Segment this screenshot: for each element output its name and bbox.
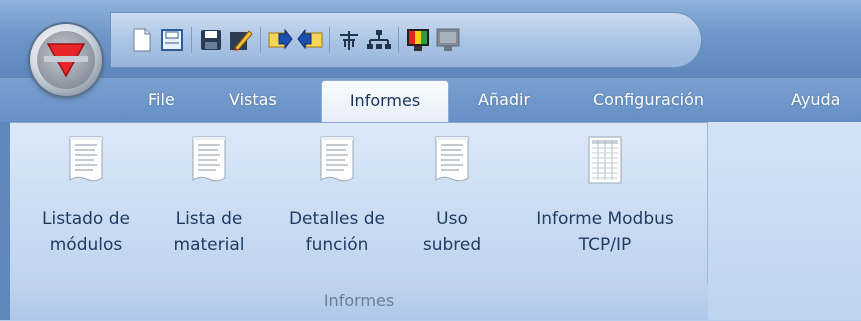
- menu-ayuda[interactable]: Ayuda: [791, 78, 840, 122]
- red-triangle-logo-icon: [44, 43, 88, 78]
- menu-bar: File Vistas Informes Añadir Configuració…: [0, 78, 861, 122]
- toolbar-separator: [191, 27, 192, 53]
- report-document-icon: [435, 136, 469, 182]
- toolbar-separator: [260, 27, 261, 53]
- button-label-line1: Informe Modbus: [536, 209, 674, 229]
- color-monitor-icon[interactable]: [403, 24, 433, 56]
- ribbon-group-informes: Listado de módulos Lista de material Detal…: [10, 122, 708, 320]
- export-icon[interactable]: [265, 24, 295, 56]
- button-label-line1: Uso: [436, 209, 468, 229]
- print-icon[interactable]: [157, 24, 187, 56]
- tab-informes[interactable]: Informes: [321, 80, 449, 122]
- antenna-icon[interactable]: [334, 24, 364, 56]
- button-label-line1: Lista de: [175, 209, 243, 229]
- title-bar: [0, 0, 861, 78]
- button-label-line2: subred: [422, 235, 482, 255]
- toolbar-separator: [398, 27, 399, 53]
- menu-anadir[interactable]: Añadir: [478, 78, 530, 122]
- button-label-line1: Detalles de: [288, 209, 386, 229]
- button-label-line1: Listado de: [42, 209, 130, 229]
- menu-configuracion[interactable]: Configuración: [593, 78, 704, 122]
- ribbon-empty-area: [708, 122, 861, 320]
- button-label-line2: material: [173, 235, 245, 255]
- menu-file[interactable]: File: [148, 78, 175, 122]
- button-label-line2: módulos: [49, 235, 123, 255]
- detalles-de-funcion-button[interactable]: Detalles de función: [272, 134, 402, 258]
- report-document-icon: [320, 136, 354, 182]
- toolbar-separator: [329, 27, 330, 53]
- new-document-icon[interactable]: [127, 24, 157, 56]
- ribbon-group-label: Informes: [10, 284, 708, 320]
- edit-icon[interactable]: [226, 24, 256, 56]
- button-label-line2: TCP/IP: [578, 235, 632, 255]
- table-document-icon: [588, 136, 622, 184]
- monitor-icon[interactable]: [433, 24, 463, 56]
- button-label-line2: función: [305, 235, 369, 255]
- application-menu-button[interactable]: [30, 24, 102, 96]
- menu-vistas[interactable]: Vistas: [229, 78, 277, 122]
- network-icon[interactable]: [364, 24, 394, 56]
- informe-modbus-tcpip-button[interactable]: Informe Modbus TCP/IP: [508, 134, 702, 258]
- report-document-icon: [192, 136, 226, 182]
- import-icon[interactable]: [295, 24, 325, 56]
- listado-de-modulos-button[interactable]: Listado de módulos: [26, 134, 146, 258]
- save-icon[interactable]: [196, 24, 226, 56]
- report-document-icon: [69, 136, 103, 182]
- lista-de-material-button[interactable]: Lista de material: [162, 134, 256, 258]
- quick-access-toolbar: [110, 12, 702, 68]
- uso-subred-button[interactable]: Uso subred: [412, 134, 492, 258]
